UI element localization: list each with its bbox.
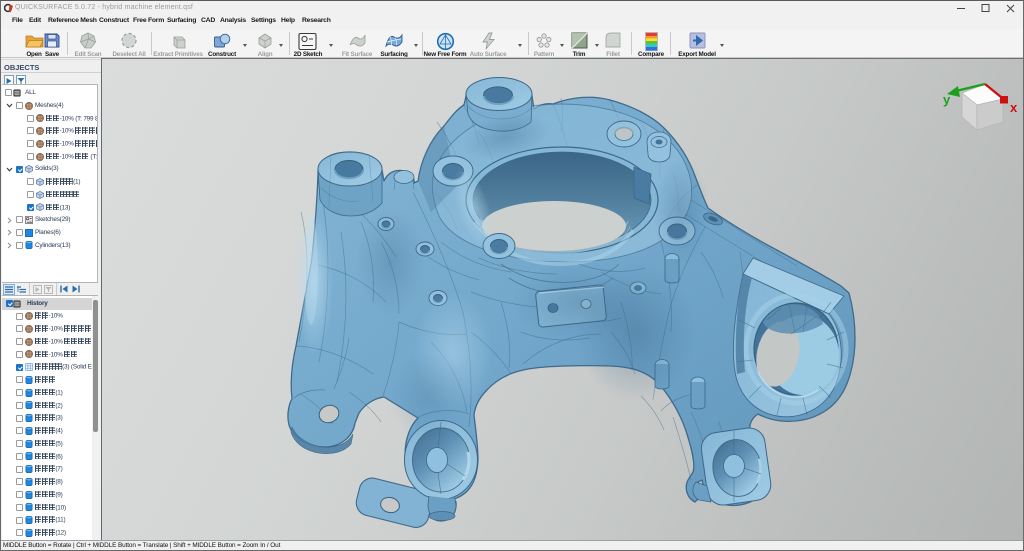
svg-text:y: y (943, 92, 951, 107)
svg-text:x: x (1010, 100, 1018, 115)
